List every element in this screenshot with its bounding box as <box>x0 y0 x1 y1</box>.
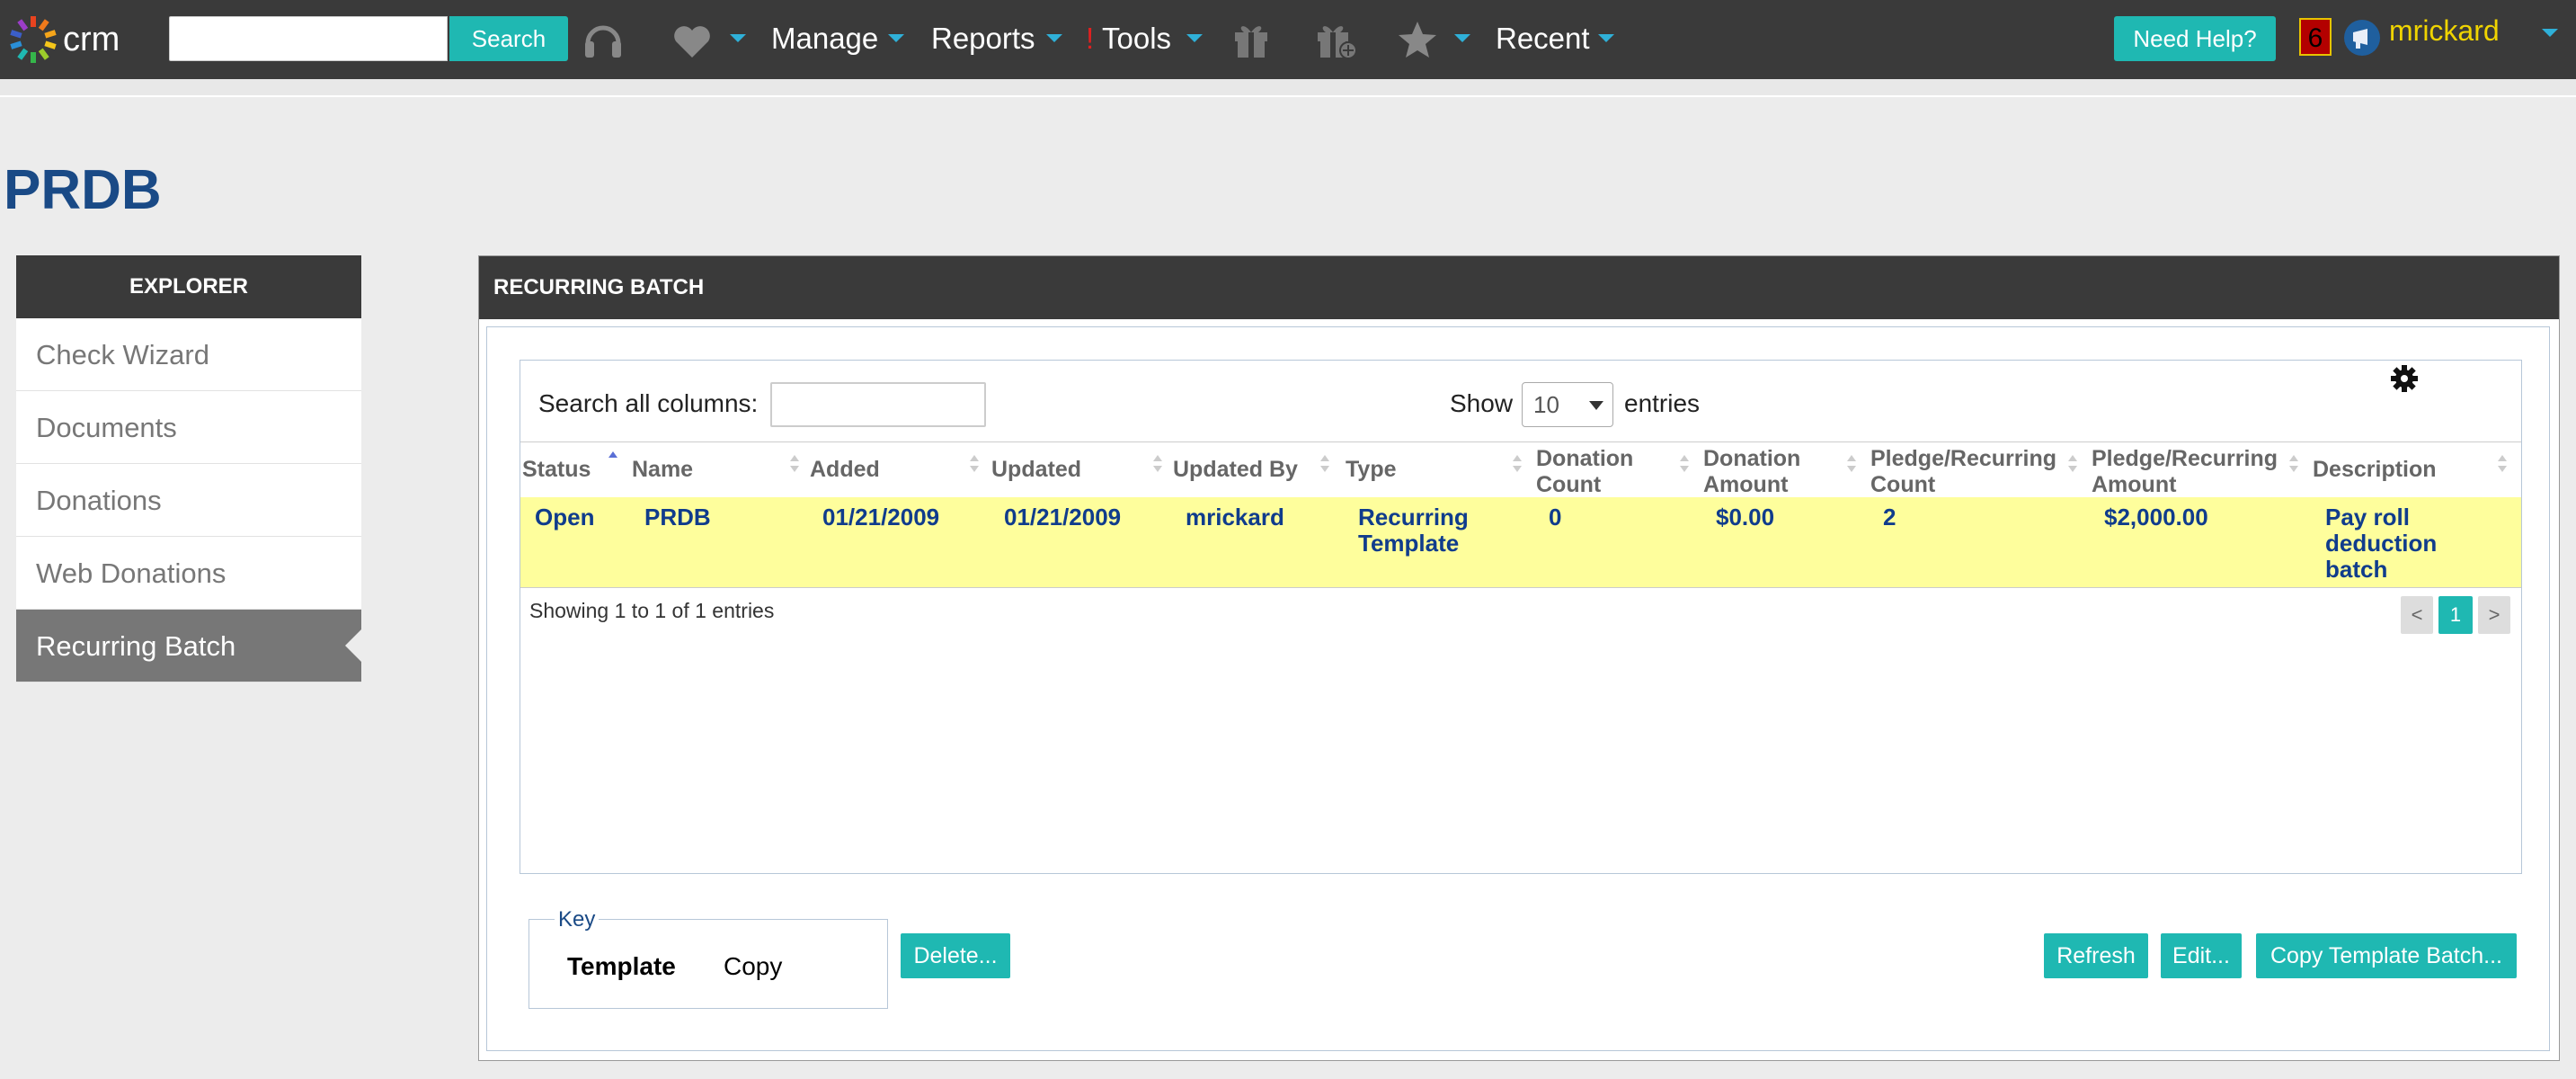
cell-name: PRDB <box>644 504 711 531</box>
logo[interactable]: crm <box>7 13 120 67</box>
data-grid: Search all columns: Show 10 entries Stat… <box>520 360 2522 874</box>
explorer-sidebar: EXPLORER Check Wizard Documents Donation… <box>16 255 361 682</box>
nav-manage[interactable]: Manage <box>771 18 878 59</box>
reports-dropdown-caret-icon[interactable] <box>1046 34 1062 42</box>
column-header-status[interactable]: Status <box>522 457 591 483</box>
nav-tools[interactable]: Tools <box>1102 18 1171 59</box>
key-template: Template <box>567 952 676 980</box>
cell-type: Recurring Template <box>1358 504 1469 557</box>
gift-icon[interactable] <box>1231 20 1271 64</box>
column-header-pledge-amount[interactable]: Pledge/Recurring Amount <box>2092 446 2316 498</box>
chevron-down-icon <box>1589 401 1603 410</box>
cell-added: 01/21/2009 <box>822 504 940 531</box>
show-label: Show <box>1450 389 1514 417</box>
user-menu-caret-icon[interactable] <box>2542 29 2558 37</box>
column-header-type[interactable]: Type <box>1346 457 1397 483</box>
column-header-donation-amount[interactable]: Donation Amount <box>1703 446 1847 498</box>
recent-dropdown-caret-icon[interactable] <box>1598 34 1614 42</box>
recurring-batch-panel: RECURRING BATCH Search all columns: Show… <box>478 255 2560 1061</box>
column-header-pledge-count[interactable]: Pledge/Recurring Count <box>1870 446 2095 498</box>
column-header-name[interactable]: Name <box>632 457 693 483</box>
delete-button[interactable]: Delete... <box>901 933 1010 978</box>
header-divider <box>0 79 2576 97</box>
column-header-donation-count[interactable]: Donation Count <box>1536 446 1680 498</box>
column-header-added[interactable]: Added <box>810 457 880 483</box>
global-search-input[interactable] <box>169 16 448 61</box>
panel-header: RECURRING BATCH <box>479 256 2559 319</box>
logo-text: crm <box>63 20 120 58</box>
headset-icon[interactable] <box>582 20 624 64</box>
table-header: Status Name Added Updated Updated By Typ… <box>520 441 2521 499</box>
favorites-dropdown-caret-icon[interactable] <box>730 34 746 42</box>
sidebar-item-web-donations[interactable]: Web Donations <box>16 537 361 610</box>
key-copy: Copy <box>724 952 783 980</box>
table-row[interactable]: Open PRDB 01/21/2009 01/21/2009 mrickard… <box>520 497 2521 588</box>
pager-prev-button[interactable]: < <box>2401 596 2433 634</box>
pager-next-button[interactable]: > <box>2478 596 2510 634</box>
username[interactable]: mrickard <box>2389 14 2500 48</box>
sidebar-item-check-wizard[interactable]: Check Wizard <box>16 318 361 391</box>
search-all-columns-input[interactable] <box>770 382 986 427</box>
column-header-updated[interactable]: Updated <box>991 457 1081 483</box>
tools-alert-icon: ! <box>1086 22 1095 55</box>
need-help-button[interactable]: Need Help? <box>2114 16 2276 61</box>
entries-per-page-select[interactable]: 10 <box>1522 382 1613 427</box>
explorer-header: EXPLORER <box>16 255 361 318</box>
key-legend: Key Template Copy <box>529 907 888 1009</box>
user-avatar[interactable] <box>2344 20 2380 56</box>
nav-recent[interactable]: Recent <box>1496 18 1590 59</box>
sidebar-item-recurring-batch[interactable]: Recurring Batch <box>16 610 361 682</box>
edit-button[interactable]: Edit... <box>2161 933 2242 978</box>
pinwheel-logo-icon <box>10 16 57 63</box>
sidebar-item-documents[interactable]: Documents <box>16 391 361 464</box>
page-title: PRDB <box>4 159 162 221</box>
heart-icon[interactable] <box>672 23 712 64</box>
star-icon[interactable] <box>1397 20 1438 64</box>
panel-body: Search all columns: Show 10 entries Stat… <box>486 326 2550 1051</box>
gear-icon[interactable] <box>2390 364 2419 397</box>
copy-template-batch-button[interactable]: Copy Template Batch... <box>2256 933 2517 978</box>
top-navigation-bar: crm Search Manage Reports ! Tools Recent… <box>0 0 2576 79</box>
gift-add-icon[interactable] <box>1314 20 1357 66</box>
entries-label: entries <box>1624 389 1701 417</box>
cell-status: Open <box>535 504 595 531</box>
sidebar-item-donations[interactable]: Donations <box>16 464 361 537</box>
entries-per-page-value: 10 <box>1533 391 1559 418</box>
tools-dropdown-caret-icon[interactable] <box>1186 34 1203 42</box>
search-button[interactable]: Search <box>449 16 568 61</box>
cell-description: Pay roll deduction batch <box>2325 504 2438 583</box>
refresh-button[interactable]: Refresh <box>2044 933 2148 978</box>
table-info: Showing 1 to 1 of 1 entries <box>529 599 775 622</box>
notification-badge[interactable]: 6 <box>2299 18 2332 56</box>
manage-dropdown-caret-icon[interactable] <box>888 34 904 42</box>
search-all-label: Search all columns: <box>538 389 759 417</box>
cell-donation-amount: $0.00 <box>1716 504 1775 531</box>
cell-updated: 01/21/2009 <box>1004 504 1122 531</box>
cell-donation-count: 0 <box>1549 504 1562 531</box>
key-legend-title: Key <box>555 907 600 932</box>
cell-pledge-count: 2 <box>1883 504 1896 531</box>
starred-dropdown-caret-icon[interactable] <box>1454 34 1470 42</box>
nav-reports[interactable]: Reports <box>931 18 1035 59</box>
cell-updated-by: mrickard <box>1186 504 1284 531</box>
column-header-updated-by[interactable]: Updated By <box>1173 457 1298 483</box>
cell-pledge-amount: $2,000.00 <box>2104 504 2208 531</box>
pager-page-1[interactable]: 1 <box>2438 596 2473 634</box>
column-header-description[interactable]: Description <box>2313 457 2437 483</box>
